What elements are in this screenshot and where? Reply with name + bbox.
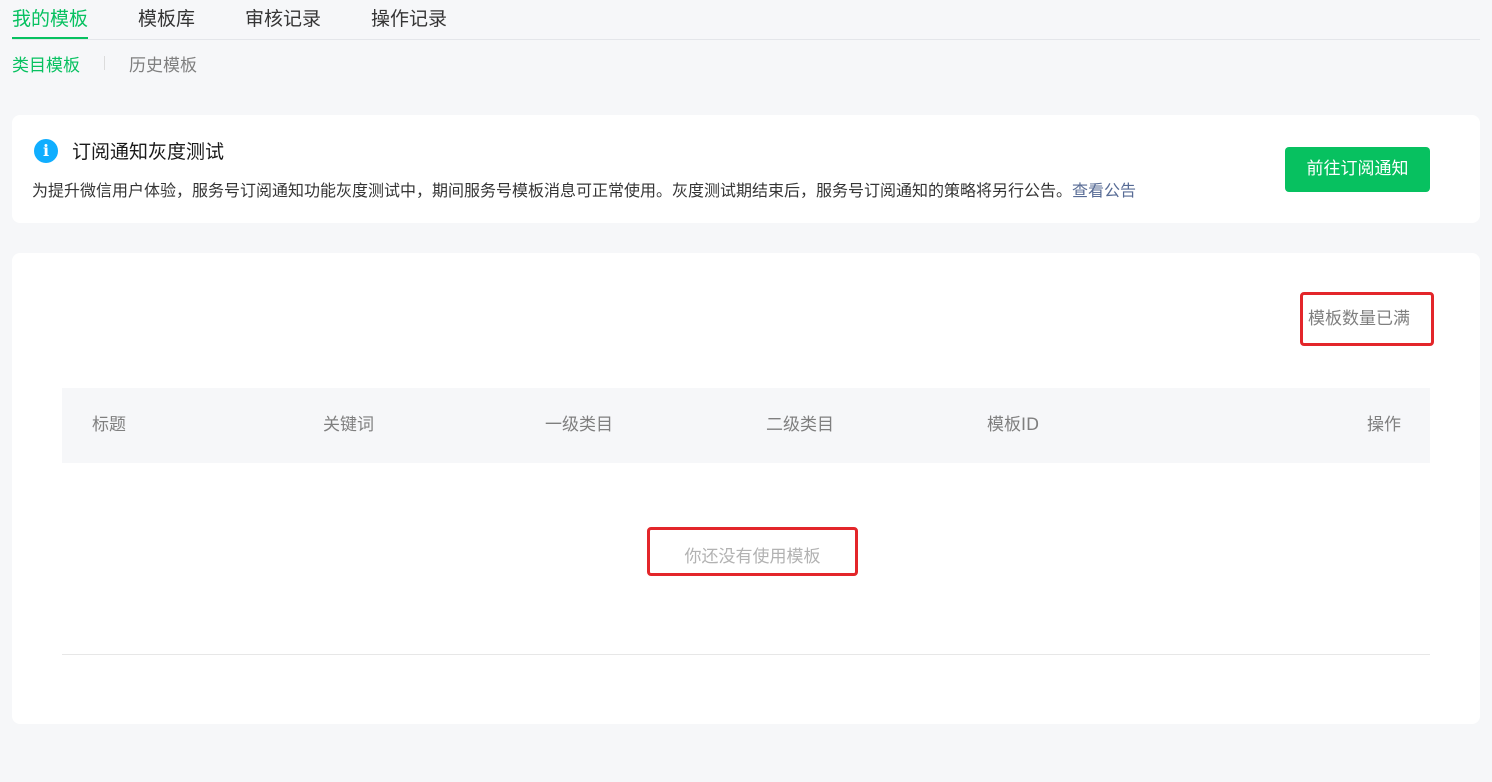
table-bottom-divider [62, 654, 1430, 655]
subtab-divider [104, 56, 105, 70]
top-tab-bar: 我的模板 模板库 审核记录 操作记录 [12, 0, 1480, 40]
column-header-secondary-category: 二级类目 [766, 415, 834, 435]
column-header-title: 标题 [92, 415, 126, 435]
column-header-keywords: 关键词 [323, 415, 374, 435]
column-header-actions: 操作 [1367, 415, 1401, 435]
tab-review-records[interactable]: 审核记录 [245, 0, 321, 38]
notice-card: i 订阅通知灰度测试 为提升微信用户体验，服务号订阅通知功能灰度测试中，期间服务… [12, 115, 1480, 223]
go-to-subscription-button[interactable]: 前往订阅通知 [1285, 147, 1430, 192]
tab-operation-records[interactable]: 操作记录 [371, 0, 447, 38]
subtab-history-templates[interactable]: 历史模板 [129, 51, 197, 76]
info-icon: i [34, 139, 58, 163]
sub-tab-bar: 类目模板 历史模板 [12, 50, 197, 76]
template-list-card: 模板数量已满 标题 关键词 一级类目 二级类目 模板ID 操作 你还没有使用模板 [12, 253, 1480, 724]
subtab-category-templates[interactable]: 类目模板 [12, 51, 80, 76]
view-announcement-link[interactable]: 查看公告 [1072, 181, 1136, 200]
empty-state-text: 你还没有使用模板 [647, 527, 858, 576]
notice-description: 为提升微信用户体验，服务号订阅通知功能灰度测试中，期间服务号模板消息可正常使用。… [32, 177, 1136, 201]
tab-template-library[interactable]: 模板库 [138, 0, 195, 38]
tab-my-templates[interactable]: 我的模板 [12, 0, 89, 39]
column-header-template-id: 模板ID [987, 415, 1040, 435]
notice-title: 订阅通知灰度测试 [72, 141, 225, 163]
table-header: 标题 关键词 一级类目 二级类目 模板ID 操作 [62, 388, 1430, 463]
template-quota-status: 模板数量已满 [1300, 292, 1434, 346]
column-header-primary-category: 一级类目 [545, 415, 613, 435]
notice-description-text: 为提升微信用户体验，服务号订阅通知功能灰度测试中，期间服务号模板消息可正常使用。… [32, 181, 1073, 200]
